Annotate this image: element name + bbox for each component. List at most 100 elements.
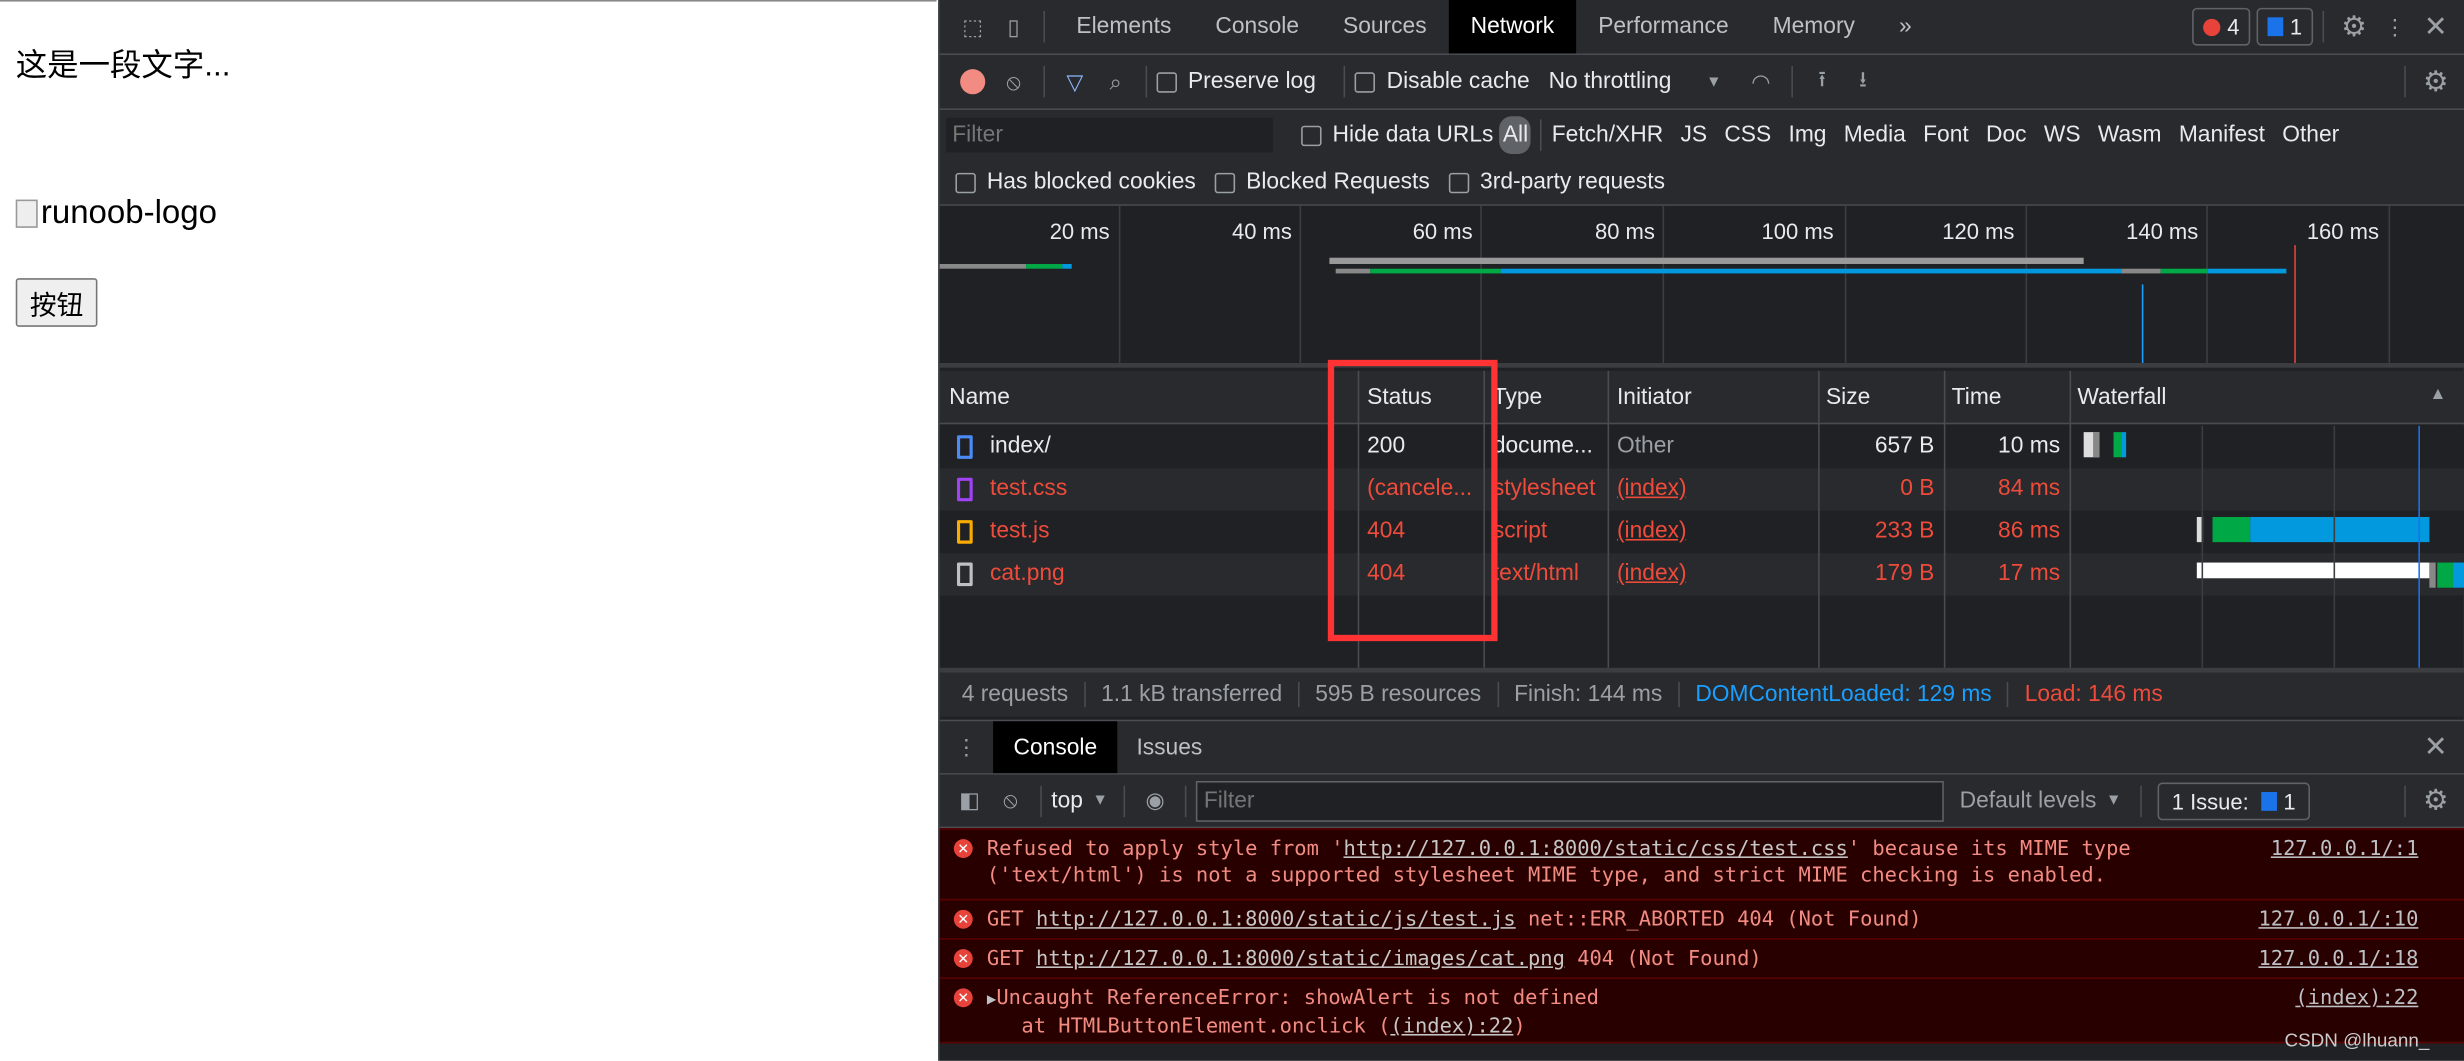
log-levels-select[interactable]: Default levels ▼ (1960, 788, 2122, 813)
throttling-select[interactable]: No throttling ▼ (1549, 69, 1722, 94)
column-header-time[interactable]: Time (1952, 385, 2002, 410)
summary-finish: Finish: 144 ms (1514, 681, 1680, 708)
type-filter-manifest[interactable]: Manifest (2179, 123, 2265, 148)
summary-load: Load: 146 ms (2024, 681, 2163, 708)
column-header-type[interactable]: Type (1493, 385, 1542, 410)
request-initiator[interactable]: (index) (1617, 561, 1687, 586)
issues-counter-button[interactable]: 1 Issue: 1 (2157, 781, 2310, 820)
more-options-icon[interactable]: ⋮ (2374, 13, 2415, 40)
overview-bar-waiting (939, 263, 1027, 269)
type-filter-font[interactable]: Font (1923, 123, 1969, 148)
console-settings-icon[interactable]: ⚙ (2415, 784, 2456, 817)
more-tabs-button[interactable]: » (1877, 0, 1934, 53)
column-header-waterfall[interactable]: Waterfall (2077, 385, 2166, 410)
console-sidebar-icon[interactable]: ◧ (949, 787, 990, 814)
console-error-message: ✕ Refused to apply style from 'http://12… (939, 828, 2464, 899)
message-url-link[interactable]: http://127.0.0.1:8000/static/css/test.cs… (1344, 838, 1848, 862)
drawer-menu-icon[interactable]: ⋮ (940, 734, 993, 761)
request-name[interactable]: cat.png (990, 561, 1065, 586)
console-filter-input[interactable] (1195, 780, 1944, 822)
context-select[interactable]: top ▼ (1051, 788, 1108, 813)
type-filter-wasm[interactable]: Wasm (2098, 123, 2162, 148)
import-har-icon[interactable]: ⭱ (1802, 63, 1843, 101)
close-devtools-icon[interactable]: ✕ (2415, 10, 2456, 43)
record-button[interactable] (952, 69, 993, 95)
overview-bar-download (1500, 268, 2122, 274)
device-toolbar-icon[interactable]: ▯ (993, 13, 1034, 40)
live-expression-eye-icon[interactable]: ◉ (1135, 787, 1176, 814)
preserve-log-checkbox[interactable]: Preserve log (1156, 69, 1316, 94)
filter-bar: Hide data URLs All Fetch/XHR JS CSS Img … (939, 109, 2464, 206)
column-header-size[interactable]: Size (1826, 385, 1870, 410)
type-filter-fetch-xhr[interactable]: Fetch/XHR (1552, 123, 1663, 148)
error-count-badge[interactable]: 4 (2192, 7, 2251, 46)
message-source-link[interactable]: (index):22 (2295, 985, 2418, 1012)
network-overview-timeline[interactable]: 20 ms 40 ms 60 ms 80 ms 100 ms 120 ms 14… (939, 205, 2464, 368)
error-icon: ✕ (953, 949, 973, 968)
sort-ascending-icon[interactable]: ▲ (2429, 385, 2446, 404)
message-source-link[interactable]: 127.0.0.1/:10 (2258, 907, 2418, 934)
close-drawer-icon[interactable]: ✕ (2415, 731, 2456, 764)
type-filter-doc[interactable]: Doc (1986, 123, 2027, 148)
request-initiator[interactable]: (index) (1617, 519, 1687, 544)
export-har-icon[interactable]: ⭳ (1843, 63, 1884, 101)
error-icon: ✕ (953, 909, 973, 929)
overview-bar-ttfb (1370, 268, 1501, 274)
message-source-link[interactable]: 127.0.0.1/:1 (2271, 836, 2419, 863)
drawer-tab-issues[interactable]: Issues (1118, 721, 1222, 773)
table-row[interactable]: test.js 404 script (index) 233 B 86 ms (939, 510, 2464, 554)
table-row[interactable]: test.css (cancele... stylesheet (index) … (939, 468, 2464, 511)
console-error-message: ✕ GET http://127.0.0.1:8000/static/image… (939, 938, 2464, 978)
type-filter-js[interactable]: JS (1680, 123, 1707, 148)
drawer-tab-console[interactable]: Console (993, 721, 1118, 774)
type-filter-ws[interactable]: WS (2044, 123, 2081, 148)
request-type: stylesheet (1492, 476, 1596, 502)
overview-bar-queue (1329, 257, 2084, 264)
clear-icon[interactable]: ⦸ (993, 68, 1034, 95)
drawer-tabbar: ⋮ Console Issues ✕ (939, 719, 2464, 775)
type-filter-other[interactable]: Other (2282, 123, 2339, 148)
tab-console[interactable]: Console (1193, 0, 1321, 53)
settings-gear-icon[interactable]: ⚙ (2334, 10, 2375, 43)
type-filter-media[interactable]: Media (1844, 123, 1906, 148)
column-header-name[interactable]: Name (949, 385, 1010, 410)
has-blocked-cookies-checkbox[interactable]: Has blocked cookies (955, 170, 1196, 195)
disable-cache-checkbox[interactable]: Disable cache (1355, 69, 1530, 94)
table-row[interactable]: index/ 200 docume... Other 657 B 10 ms (939, 425, 2464, 469)
load-marker (2294, 245, 2296, 363)
third-party-requests-checkbox[interactable]: 3rd-party requests (1448, 170, 1665, 195)
message-count-badge[interactable]: 1 (2256, 7, 2314, 46)
table-row[interactable]: cat.png 404 text/html (index) 179 B 17 m… (939, 553, 2464, 596)
tab-sources[interactable]: Sources (1321, 0, 1449, 53)
filter-funnel-icon[interactable]: ▽ (1054, 68, 1095, 95)
request-name[interactable]: index/ (990, 434, 1051, 459)
type-filter-css[interactable]: CSS (1724, 123, 1771, 148)
network-settings-icon[interactable]: ⚙ (2415, 65, 2456, 98)
filter-input[interactable] (945, 117, 1273, 153)
inspect-element-icon[interactable]: ⬚ (952, 13, 993, 40)
search-icon[interactable]: ⌕ (1095, 68, 1136, 95)
column-header-initiator[interactable]: Initiator (1617, 385, 1692, 410)
message-url-link[interactable]: http://127.0.0.1:8000/static/js/test.js (1036, 908, 1516, 932)
hide-data-urls-checkbox[interactable]: Hide data URLs (1301, 123, 1493, 148)
broken-image: runoob-logo (15, 195, 217, 233)
request-name[interactable]: test.js (990, 519, 1050, 544)
stack-link[interactable]: (index):22 (1390, 1015, 1513, 1039)
message-url-link[interactable]: http://127.0.0.1:8000/static/images/cat.… (1036, 948, 1565, 972)
request-initiator[interactable]: (index) (1617, 476, 1687, 501)
expand-arrow-icon[interactable]: ▶ (987, 992, 996, 1009)
type-filter-img[interactable]: Img (1788, 123, 1826, 148)
waterfall-bar (2212, 516, 2251, 543)
tab-performance[interactable]: Performance (1576, 0, 1750, 53)
type-filter-all[interactable]: All (1499, 116, 1532, 154)
clear-console-icon[interactable]: ⦸ (990, 787, 1031, 814)
blocked-requests-checkbox[interactable]: Blocked Requests (1214, 170, 1430, 195)
tab-elements[interactable]: Elements (1054, 0, 1193, 53)
network-conditions-icon[interactable]: ◠ (1740, 68, 1781, 95)
page-button[interactable]: 按钮 (15, 278, 98, 327)
tab-memory[interactable]: Memory (1751, 0, 1877, 53)
message-source-link[interactable]: 127.0.0.1/:18 (2258, 946, 2418, 973)
tab-network[interactable]: Network (1448, 0, 1577, 54)
waterfall-bar (2196, 562, 2430, 579)
request-name[interactable]: test.css (990, 476, 1067, 501)
